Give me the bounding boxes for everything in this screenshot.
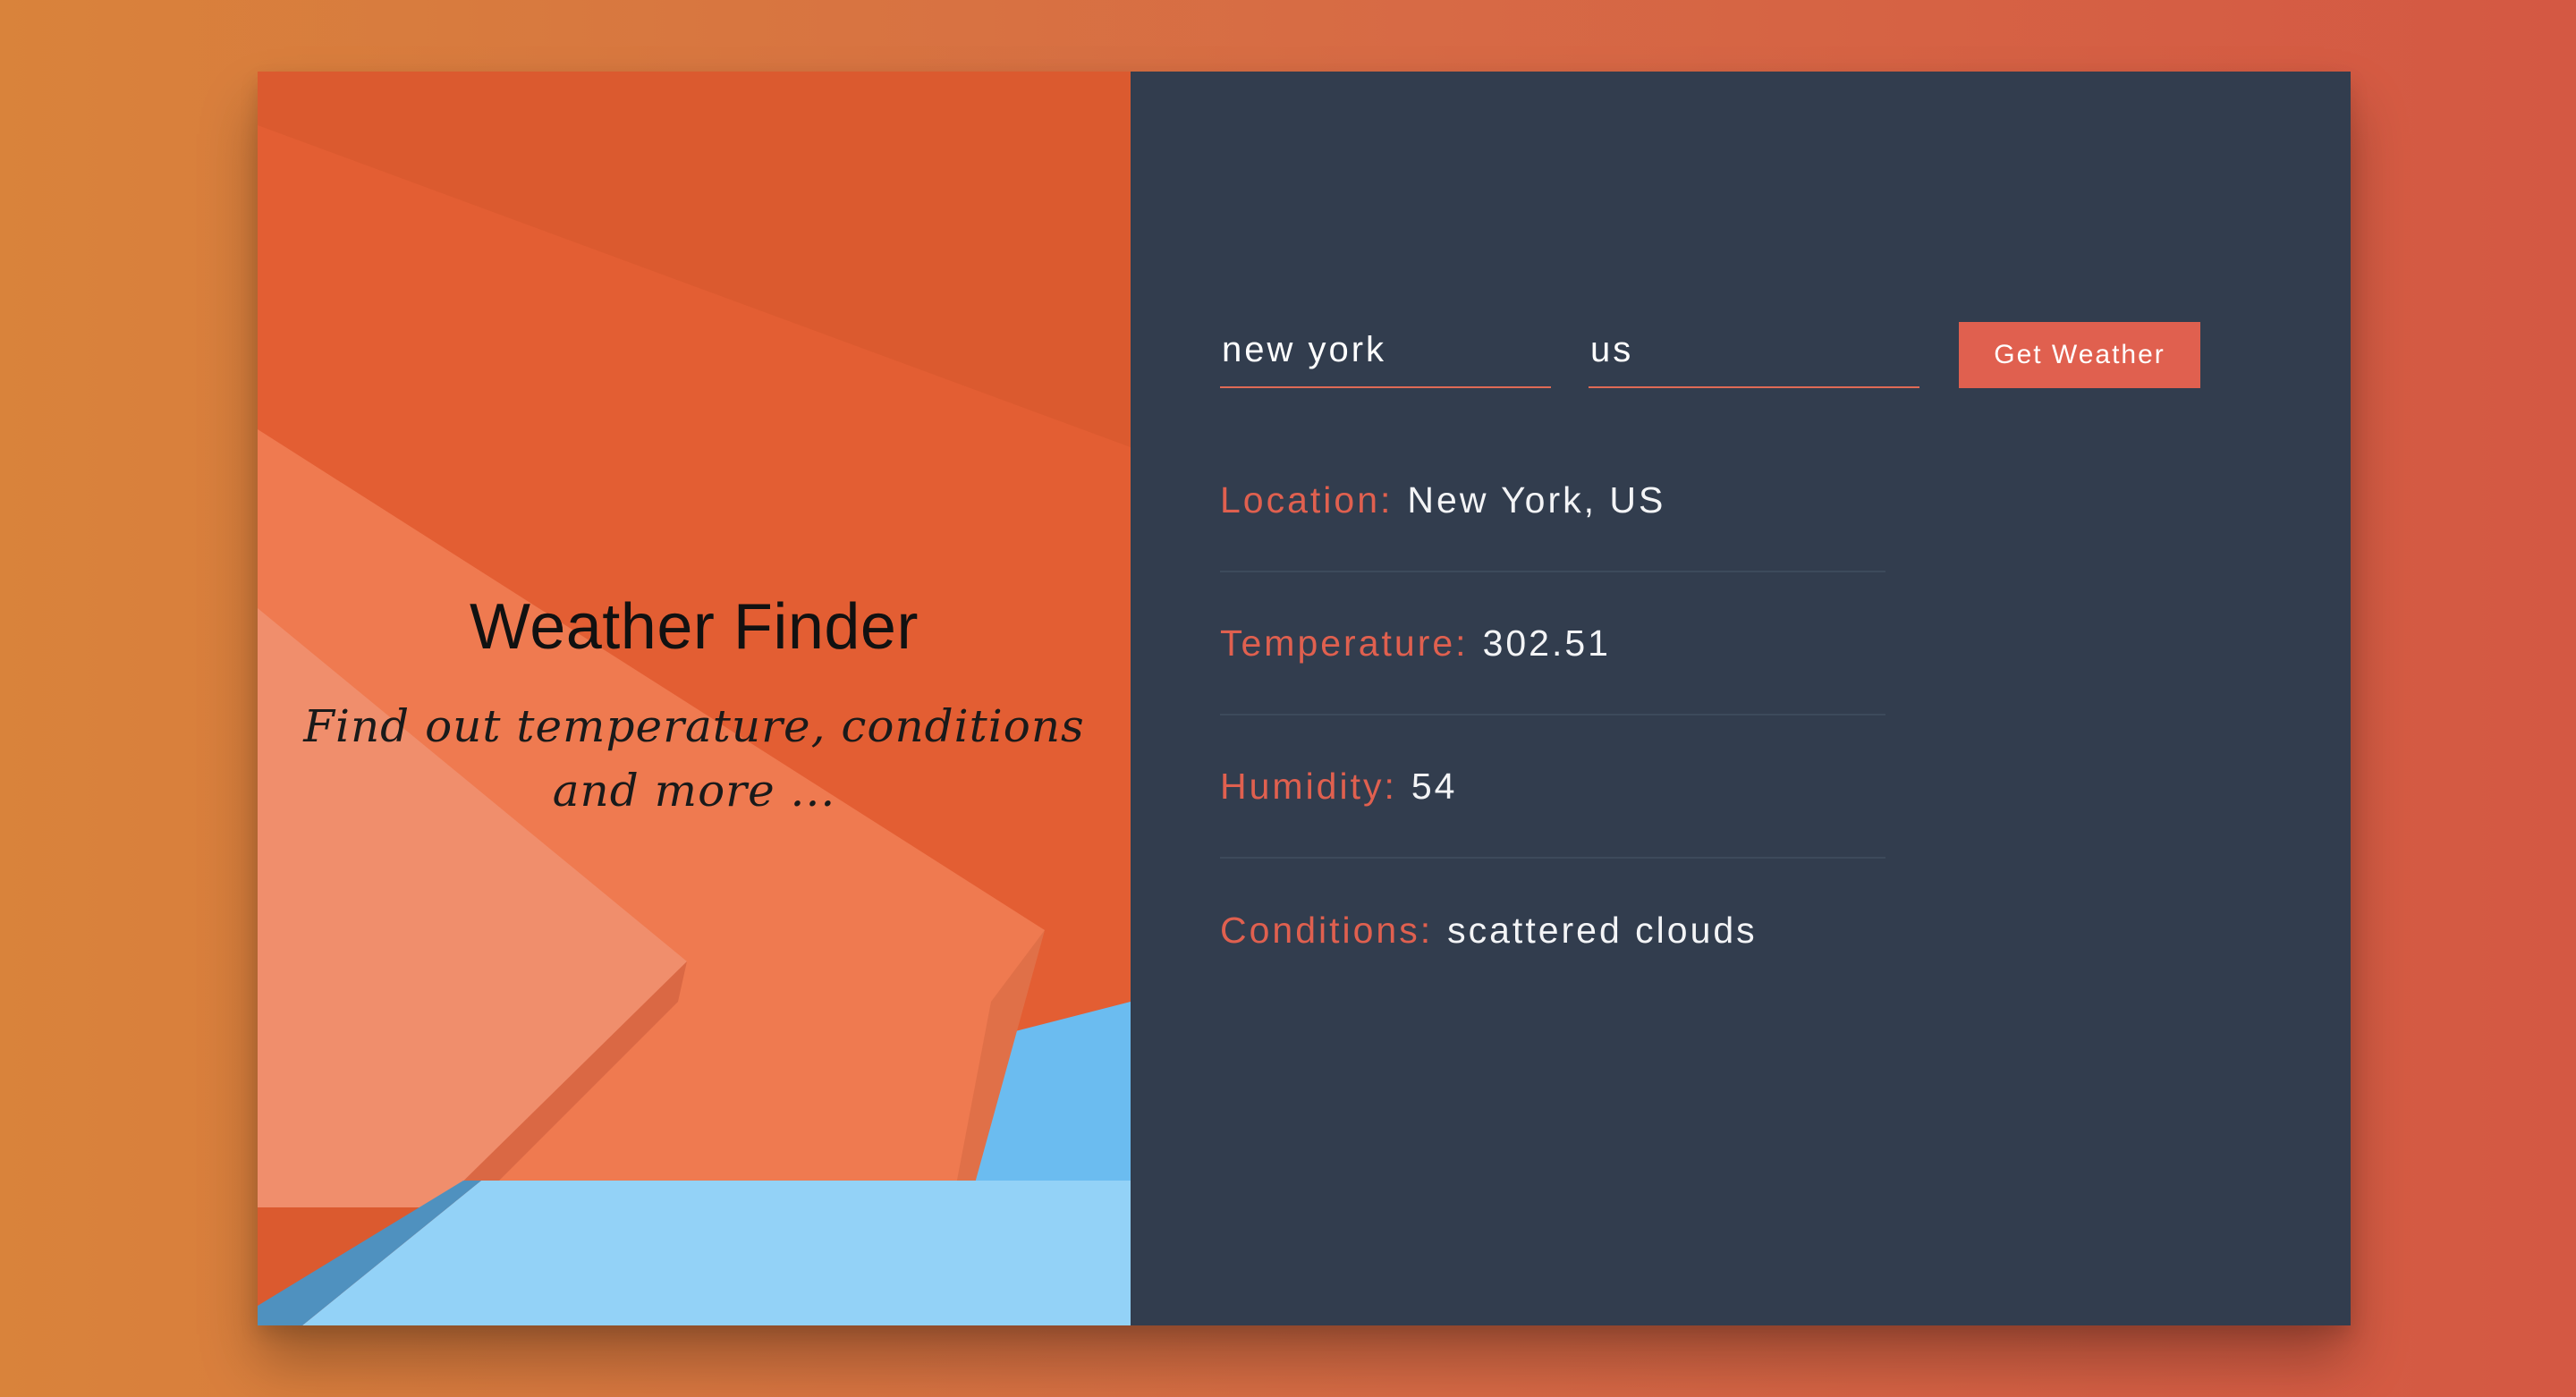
result-row-humidity: Humidity: 54: [1220, 715, 1885, 859]
conditions-value: scattered clouds: [1447, 909, 1758, 951]
conditions-label: Conditions:: [1220, 909, 1434, 951]
location-value: New York, US: [1407, 478, 1666, 521]
humidity-label: Humidity:: [1220, 765, 1397, 807]
weather-results: Location: New York, US Temperature: 302.…: [1220, 429, 1885, 1002]
app-subtitle: Find out temperature, conditions and mor…: [303, 700, 1085, 817]
location-label: Location:: [1220, 478, 1394, 521]
hero-panel: Weather Finder Find out temperature, con…: [258, 72, 1131, 1325]
country-input[interactable]: [1589, 324, 1919, 388]
weather-panel: Get Weather Location: New York, US Tempe…: [1131, 72, 2351, 1325]
result-row-location: Location: New York, US: [1220, 429, 1885, 572]
city-input[interactable]: [1220, 324, 1551, 388]
get-weather-button[interactable]: Get Weather: [1959, 322, 2200, 388]
temperature-label: Temperature:: [1220, 622, 1469, 664]
weather-form: Get Weather: [1220, 322, 2200, 388]
app-title: Weather Finder: [470, 591, 919, 663]
weather-card: Weather Finder Find out temperature, con…: [258, 72, 2351, 1325]
result-row-conditions: Conditions: scattered clouds: [1220, 859, 1885, 1002]
temperature-value: 302.51: [1482, 622, 1611, 664]
humidity-value: 54: [1411, 765, 1458, 807]
hero-text: Weather Finder Find out temperature, con…: [258, 590, 1131, 823]
result-row-temperature: Temperature: 302.51: [1220, 572, 1885, 715]
